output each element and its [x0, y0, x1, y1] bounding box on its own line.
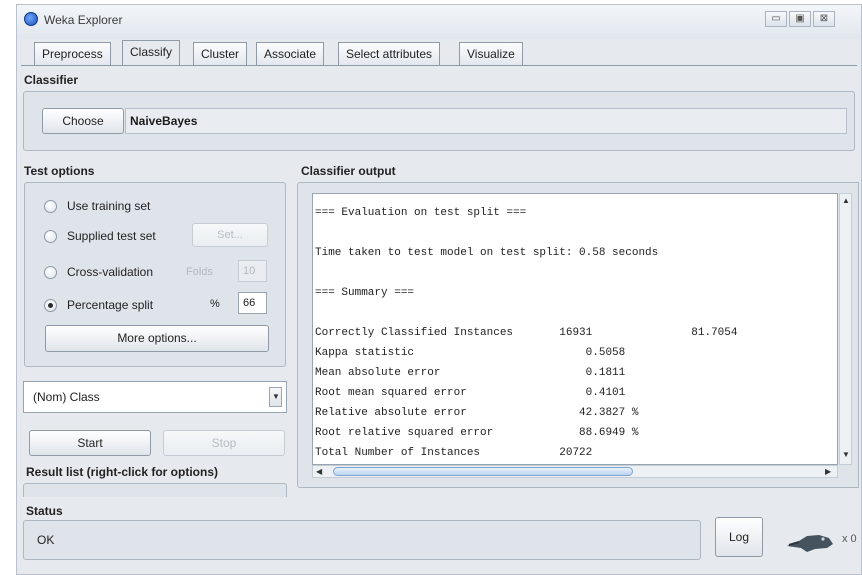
result-list-panel[interactable] — [23, 483, 287, 497]
result-list-label: Result list (right-click for options) — [26, 465, 219, 479]
use-training-set-label: Use training set — [67, 199, 151, 213]
cross-validation-label: Cross-validation — [67, 265, 154, 279]
folds-field[interactable]: 10 — [238, 260, 267, 282]
task-count: x 0 — [842, 533, 857, 545]
window-title: Weka Explorer — [44, 13, 123, 27]
status-panel: OK — [23, 520, 701, 560]
scroll-right-icon[interactable]: ▶ — [825, 467, 831, 476]
supplied-test-set-label: Supplied test set — [67, 229, 156, 243]
output-line: Kappa statistic 0.5058 — [315, 347, 626, 359]
tab-associate[interactable]: Associate — [256, 42, 325, 65]
output-line: Time taken to test model on test split: … — [315, 247, 659, 259]
horizontal-scroll-thumb[interactable] — [333, 467, 633, 476]
weka-explorer-window: Weka Explorer ▭ ▣ ⊠ Preprocess Classify … — [16, 4, 862, 575]
tab-divider — [21, 65, 857, 66]
percentage-field[interactable]: 66 — [238, 292, 267, 314]
tab-select-attributes[interactable]: Select attributes — [338, 42, 441, 65]
percent-symbol: % — [210, 298, 220, 310]
tab-visualize[interactable]: Visualize — [459, 42, 523, 65]
percentage-split-radio[interactable] — [44, 299, 57, 312]
classifier-panel: Choose NaiveBayes — [23, 91, 855, 151]
close-icon[interactable]: ⊠ — [813, 11, 835, 27]
classifier-output-text[interactable]: === Evaluation on test split === Time ta… — [312, 193, 838, 465]
classifier-section-label: Classifier — [24, 73, 79, 87]
tab-classify[interactable]: Classify — [122, 40, 181, 66]
output-line: Correctly Classified Instances 16931 81.… — [315, 327, 738, 339]
tab-preprocess[interactable]: Preprocess — [34, 42, 111, 65]
use-training-set-radio[interactable] — [44, 200, 57, 213]
classifier-name-field[interactable]: NaiveBayes — [125, 108, 847, 134]
folds-label: Folds — [186, 266, 213, 278]
test-options-panel: Use training set Supplied test set Set..… — [24, 182, 286, 367]
scroll-up-icon[interactable]: ▲ — [842, 196, 850, 205]
output-line: Root relative squared error 88.6949 % — [315, 427, 639, 439]
status-section-label: Status — [26, 504, 63, 518]
percentage-split-label: Percentage split — [67, 298, 154, 312]
output-line: Total Number of Instances 20722 — [315, 447, 593, 459]
output-line: === Evaluation on test split === — [315, 207, 527, 219]
minimize-icon[interactable]: ▭ — [765, 11, 787, 27]
output-horizontal-scrollbar[interactable]: ◀ ▶ — [312, 465, 838, 478]
title-bar: Weka Explorer ▭ ▣ ⊠ — [17, 5, 861, 39]
class-attribute-select[interactable]: (Nom) Class — [23, 381, 287, 413]
classifier-output-label: Classifier output — [301, 164, 396, 178]
more-options-button[interactable]: More options... — [45, 325, 269, 352]
supplied-test-set-radio[interactable] — [44, 230, 57, 243]
weka-bird-icon — [787, 535, 833, 552]
scroll-down-icon[interactable]: ▼ — [842, 450, 850, 459]
output-line: === Summary === — [315, 287, 415, 299]
status-text: OK — [37, 533, 55, 547]
log-button[interactable]: Log — [715, 517, 763, 557]
cross-validation-radio[interactable] — [44, 266, 57, 279]
test-options-section-label: Test options — [24, 164, 95, 178]
scroll-left-icon[interactable]: ◀ — [316, 467, 322, 476]
start-button[interactable]: Start — [29, 430, 151, 456]
choose-button[interactable]: Choose — [42, 108, 124, 134]
output-line: Mean absolute error 0.1811 — [315, 367, 626, 379]
set-button[interactable]: Set... — [192, 223, 268, 247]
chevron-down-icon: ▼ — [272, 392, 280, 401]
output-line: Root mean squared error 0.4101 — [315, 387, 626, 399]
tab-cluster[interactable]: Cluster — [193, 42, 248, 65]
dropdown-arrow-button[interactable]: ▼ — [269, 387, 282, 407]
output-vertical-scrollbar[interactable]: ▲ ▼ — [839, 193, 852, 465]
stop-button[interactable]: Stop — [163, 430, 285, 456]
weka-app-icon — [24, 12, 38, 26]
output-line: Relative absolute error 42.3827 % — [315, 407, 639, 419]
maximize-icon[interactable]: ▣ — [789, 11, 811, 27]
